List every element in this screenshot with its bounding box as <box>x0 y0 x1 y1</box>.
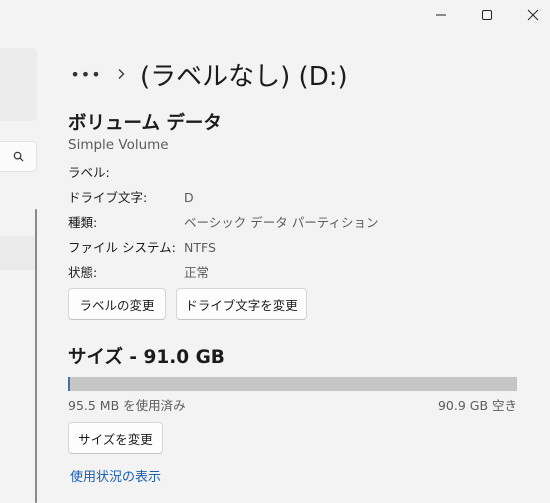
settings-window: ••• (ラベルなし) (D:) ボリューム データ Simple Volume… <box>0 0 550 503</box>
chevron-right-icon <box>106 68 136 80</box>
breadcrumb: ••• (ラベルなし) (D:) <box>66 54 348 94</box>
usage-bar-fill <box>68 377 70 391</box>
property-label: ファイル システム: <box>68 240 176 255</box>
volume-type-subtitle: Simple Volume <box>68 137 169 153</box>
search-icon <box>13 151 24 162</box>
property-value: ベーシック データ パーティション <box>184 215 379 230</box>
nav-user-card[interactable] <box>0 48 37 121</box>
property-value: D <box>184 190 194 205</box>
used-space-text: 95.5 MB を使用済み <box>68 398 186 413</box>
property-label: 状態: <box>68 265 98 280</box>
usage-bar <box>68 377 517 391</box>
nav-item-selected[interactable] <box>0 236 37 270</box>
close-button[interactable] <box>510 0 550 30</box>
search-input[interactable] <box>0 141 37 172</box>
volume-data-heading: ボリューム データ <box>68 113 222 134</box>
change-drive-letter-button[interactable]: ドライブ文字を変更 <box>176 288 307 320</box>
property-label: 種類: <box>68 215 98 230</box>
size-heading: サイズ - 91.0 GB <box>68 347 225 368</box>
resize-button[interactable]: サイズを変更 <box>68 422 163 454</box>
nav-scrollbar[interactable] <box>35 209 37 503</box>
free-space-text: 90.9 GB 空き <box>437 398 517 413</box>
breadcrumb-more-button[interactable]: ••• <box>66 56 106 92</box>
maximize-button[interactable] <box>464 0 510 30</box>
minimize-icon <box>436 14 446 16</box>
minimize-button[interactable] <box>418 0 464 30</box>
view-usage-link[interactable]: 使用状況の表示 <box>70 466 161 485</box>
property-label: ラベル: <box>68 165 110 180</box>
property-label: ドライブ文字: <box>68 190 148 205</box>
property-value: 正常 <box>184 265 210 280</box>
change-label-button[interactable]: ラベルの変更 <box>68 288 166 320</box>
property-value: NTFS <box>184 240 216 255</box>
maximize-icon <box>482 10 492 20</box>
close-icon <box>527 9 539 21</box>
page-title: (ラベルなし) (D:) <box>140 61 348 92</box>
